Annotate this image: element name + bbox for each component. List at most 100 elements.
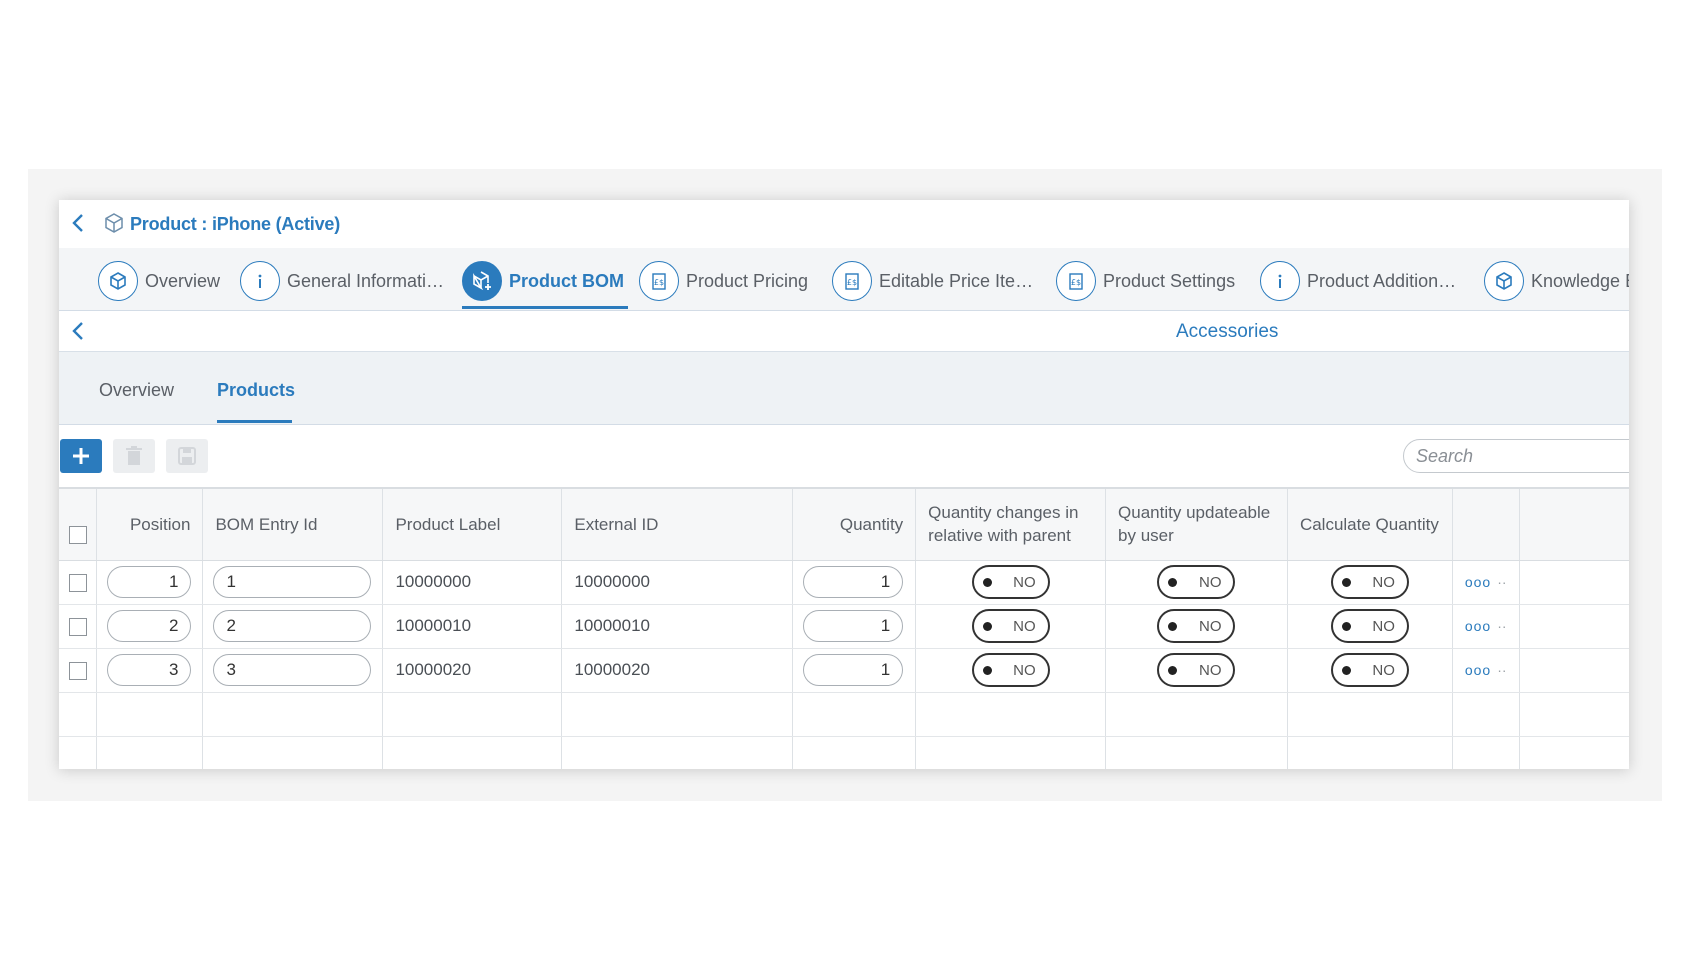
tab-product-settings[interactable]: £$ Product Settings xyxy=(1056,254,1235,308)
col-header-qty-relative[interactable]: Quantity changes in relative with parent xyxy=(915,487,1107,561)
col-header-external-id[interactable]: External ID xyxy=(561,487,794,561)
qty-updateable-toggle[interactable]: NO xyxy=(1157,565,1236,599)
calc-qty-cell: NO xyxy=(1287,648,1453,693)
col-header-filler xyxy=(1519,487,1629,561)
price-doc-icon: £$ xyxy=(832,261,872,301)
qty-updateable-toggle[interactable]: NO xyxy=(1157,609,1236,643)
section-header: Accessories xyxy=(59,311,1629,352)
tab-product-additional[interactable]: Product Addition… xyxy=(1260,254,1456,308)
search-input[interactable] xyxy=(1403,439,1629,473)
inner-tab-products[interactable]: Products xyxy=(217,380,295,401)
bom-entry-id-input[interactable] xyxy=(213,566,372,598)
overflow-indicator: ·· xyxy=(1497,574,1507,590)
tab-overview[interactable]: Overview xyxy=(98,254,220,308)
row-select-cell xyxy=(59,560,98,605)
empty-row xyxy=(59,736,1629,769)
add-button[interactable] xyxy=(60,439,102,473)
calc-qty-toggle[interactable]: NO xyxy=(1330,609,1409,643)
bom-entry-id-input[interactable] xyxy=(213,610,372,642)
row-actions-cell: ooo ·· xyxy=(1452,648,1520,693)
tab-knowledge-base[interactable]: Knowledge B xyxy=(1484,254,1629,308)
tab-editable-price-items[interactable]: £$ Editable Price Ite… xyxy=(832,254,1033,308)
row-checkbox[interactable] xyxy=(68,661,87,680)
more-actions-icon[interactable]: ooo xyxy=(1465,662,1491,678)
row-checkbox[interactable] xyxy=(68,617,87,636)
product-label-cell: 10000000 xyxy=(382,560,563,605)
svg-text:£$: £$ xyxy=(1071,278,1081,287)
save-button[interactable] xyxy=(166,439,208,473)
row-select-cell xyxy=(59,648,98,693)
inner-tab-overview[interactable]: Overview xyxy=(99,380,174,401)
section-back-chevron-icon[interactable] xyxy=(69,320,87,342)
col-header-quantity[interactable]: Quantity xyxy=(792,487,917,561)
products-grid: Position BOM Entry Id Product Label Exte… xyxy=(59,487,1629,769)
more-actions-icon[interactable]: ooo xyxy=(1465,618,1491,634)
calc-qty-toggle[interactable]: NO xyxy=(1330,565,1409,599)
plus-icon xyxy=(73,448,89,464)
trash-icon xyxy=(126,446,142,465)
position-input[interactable] xyxy=(107,654,192,686)
position-cell xyxy=(96,604,204,649)
product-cube-icon xyxy=(105,213,123,233)
section-title: Accessories xyxy=(1176,321,1279,342)
quantity-input[interactable] xyxy=(803,566,904,598)
col-header-calc-qty[interactable]: Calculate Quantity xyxy=(1287,487,1453,561)
info-icon xyxy=(1260,261,1300,301)
price-doc-icon: £$ xyxy=(1056,261,1096,301)
tab-product-pricing[interactable]: £$ Product Pricing xyxy=(639,254,808,308)
bom-entry-id-cell xyxy=(202,604,384,649)
tab-product-bom[interactable]: Product BOM xyxy=(462,254,624,308)
row-checkbox[interactable] xyxy=(68,573,87,592)
overflow-indicator: ·· xyxy=(1497,662,1507,678)
position-cell xyxy=(96,648,204,693)
col-header-actions xyxy=(1452,487,1520,561)
quantity-input[interactable] xyxy=(803,610,904,642)
record-header: Product : iPhone (Active) xyxy=(59,200,1629,248)
table-row[interactable]: 10000000 10000000 NO NO NO ooo ·· xyxy=(59,560,1629,605)
back-chevron-icon[interactable] xyxy=(69,212,87,234)
qty-relative-toggle[interactable]: NO xyxy=(971,565,1050,599)
row-select-cell xyxy=(59,604,98,649)
col-header-bom-entry-id[interactable]: BOM Entry Id xyxy=(202,487,384,561)
qty-updateable-toggle[interactable]: NO xyxy=(1157,653,1236,687)
product-label-cell: 10000020 xyxy=(382,648,563,693)
grid-toolbar xyxy=(59,425,1629,487)
col-header-qty-updateable[interactable]: Quantity updateable by user xyxy=(1105,487,1288,561)
bom-entry-id-input[interactable] xyxy=(213,654,372,686)
qty-relative-toggle[interactable]: NO xyxy=(971,653,1050,687)
quantity-input[interactable] xyxy=(803,654,904,686)
row-actions-cell: ooo ·· xyxy=(1452,560,1520,605)
calc-qty-cell: NO xyxy=(1287,604,1453,649)
position-input[interactable] xyxy=(107,566,192,598)
record-tab-bar: Overview General Informati… Product BOM … xyxy=(59,248,1629,312)
row-actions-cell: ooo ·· xyxy=(1452,604,1520,649)
qty-relative-cell: NO xyxy=(915,648,1107,693)
quantity-cell xyxy=(792,604,917,649)
table-row[interactable]: 10000010 10000010 NO NO NO ooo ·· xyxy=(59,604,1629,649)
more-actions-icon[interactable]: ooo xyxy=(1465,574,1491,590)
calc-qty-toggle[interactable]: NO xyxy=(1330,653,1409,687)
position-input[interactable] xyxy=(107,610,192,642)
qty-updateable-cell: NO xyxy=(1105,648,1288,693)
bom-icon xyxy=(462,261,502,301)
select-all-checkbox[interactable] xyxy=(68,526,87,545)
qty-relative-toggle[interactable]: NO xyxy=(971,609,1050,643)
position-cell xyxy=(96,560,204,605)
bom-entry-id-cell xyxy=(202,560,384,605)
delete-button[interactable] xyxy=(113,439,155,473)
inner-active-tab-indicator xyxy=(217,420,292,423)
table-row[interactable]: 10000020 10000020 NO NO NO ooo ·· xyxy=(59,648,1629,693)
col-header-product-label[interactable]: Product Label xyxy=(382,487,563,561)
tab-general-information[interactable]: General Informati… xyxy=(240,254,444,308)
active-tab-indicator xyxy=(462,306,628,309)
inner-tab-bar: Overview Products xyxy=(59,352,1629,426)
qty-relative-cell: NO xyxy=(915,560,1107,605)
products-table: Position BOM Entry Id Product Label Exte… xyxy=(59,487,1629,769)
save-icon xyxy=(178,447,196,465)
qty-relative-cell: NO xyxy=(915,604,1107,649)
select-all-cell xyxy=(59,487,98,561)
product-record-panel: Product : iPhone (Active) Overview Gener… xyxy=(59,200,1629,769)
col-header-position[interactable]: Position xyxy=(96,487,204,561)
qty-updateable-cell: NO xyxy=(1105,560,1288,605)
quantity-cell xyxy=(792,648,917,693)
